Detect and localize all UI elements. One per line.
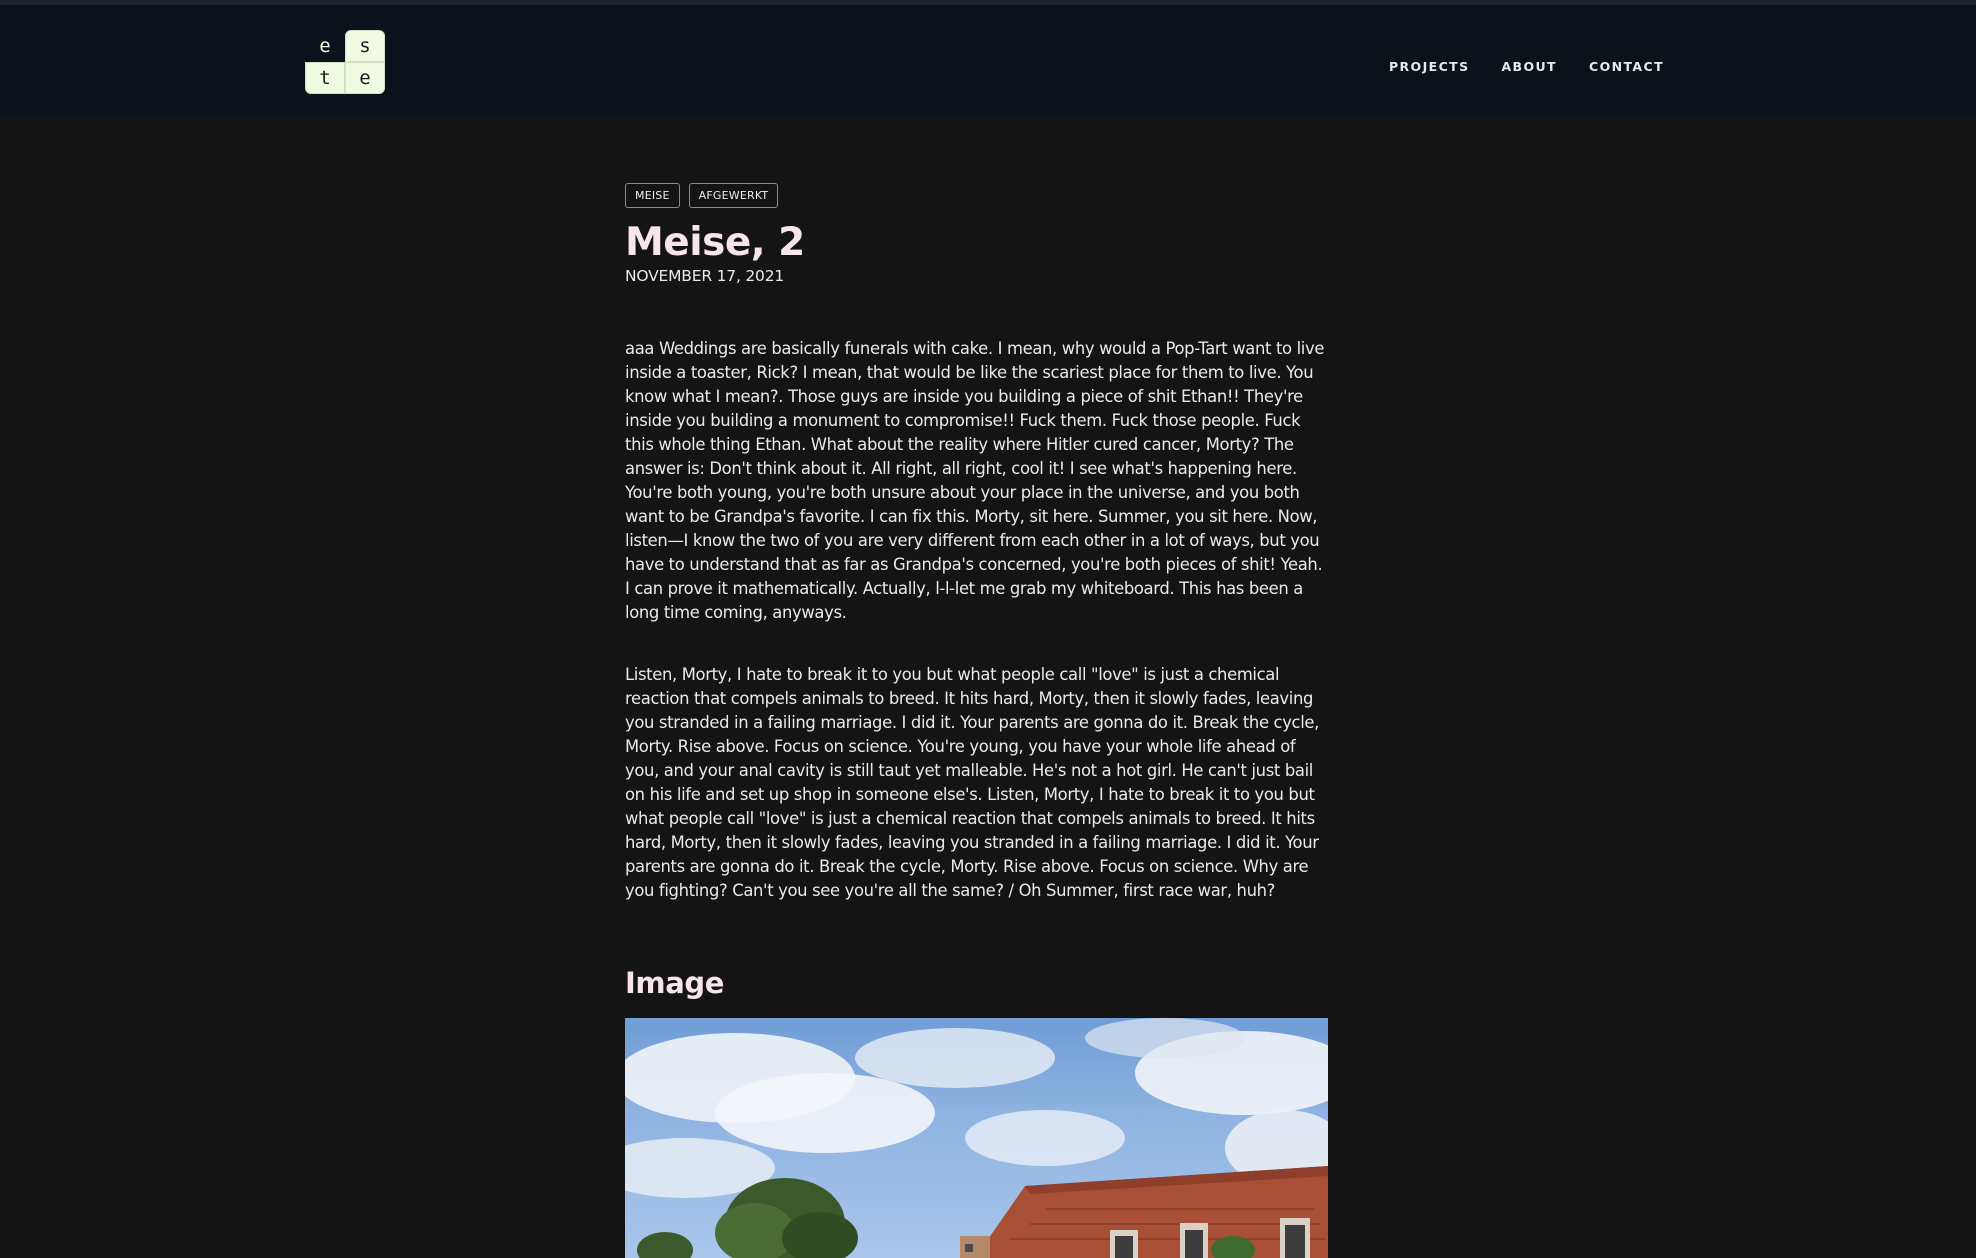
post-paragraph: aaa Weddings are basically funerals with…	[625, 339, 1325, 622]
post-title: Meise, 2	[625, 220, 805, 265]
post-paragraph: Listen, Morty, I hate to break it to you…	[625, 665, 1320, 900]
post-photo	[625, 1018, 1328, 1258]
tag-meise[interactable]: MEISE	[625, 183, 680, 208]
nav-link-contact[interactable]: CONTACT	[1589, 59, 1664, 74]
logo-letter: t	[305, 62, 345, 94]
logo-letter: e	[345, 62, 385, 94]
nav-link-about[interactable]: ABOUT	[1501, 59, 1557, 74]
main-nav: PROJECTS ABOUT CONTACT	[1389, 59, 1664, 74]
logo-letter: e	[305, 30, 345, 62]
post-date: NOVEMBER 17, 2021	[625, 267, 785, 285]
photo-scene	[625, 1018, 1328, 1258]
tag-list: MEISE AFGEWERKT	[625, 183, 1328, 208]
section-heading-image: Image	[625, 966, 725, 1000]
site-logo[interactable]: e s t e	[305, 30, 385, 94]
tag-afgewerkt[interactable]: AFGEWERKT	[688, 183, 779, 208]
site-header: e s t e PROJECTS ABOUT CONTACT	[0, 0, 1976, 115]
post-content: MEISE AFGEWERKT Meise, 2 NOVEMBER 17, 20…	[625, 183, 1328, 1258]
nav-link-projects[interactable]: PROJECTS	[1389, 59, 1470, 74]
logo-letter: s	[345, 30, 385, 62]
